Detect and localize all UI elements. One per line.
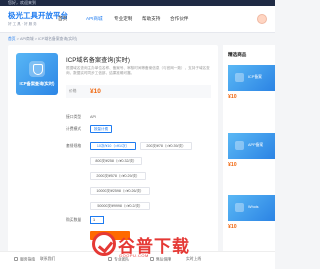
breadcrumb-separator: > xyxy=(34,37,37,41)
price-box: 价格 ¥10 xyxy=(66,85,211,98)
footer-link[interactable]: 实时上线 xyxy=(186,257,201,262)
quantity-input[interactable]: 1 xyxy=(90,216,104,224)
price-value: ¥10 xyxy=(90,87,101,95)
breadcrumb: 首页 > API商城 > ICP域名备案查询(实时) xyxy=(8,37,77,42)
spec-option[interactable]: 800次/¥258（≈¥0.32/次） xyxy=(90,157,142,165)
api-type-value: API xyxy=(90,115,97,119)
logo-subtitle: 好工具·好服务 xyxy=(8,22,38,26)
billing-label: 计费模式 xyxy=(66,127,82,131)
featured-price: ¥10 xyxy=(228,94,237,100)
footer-link-label: 服务指南 xyxy=(20,257,36,262)
guide-icon xyxy=(14,257,18,261)
globe-icon xyxy=(235,203,244,212)
breadcrumb-home[interactable]: 首页 xyxy=(8,37,16,41)
breadcrumb-separator: > xyxy=(16,37,19,41)
featured-card[interactable]: Whois ¥10 xyxy=(228,195,275,235)
nav-custom[interactable]: 专业定制 xyxy=(114,16,142,22)
logo-title: 极光工具开放平台 xyxy=(8,11,68,20)
spec-option[interactable]: 200次/¥78（≈¥0.39/次） xyxy=(140,142,192,150)
featured-price: ¥10 xyxy=(228,224,237,230)
product-title: ICP域名备案查询(实时) xyxy=(66,57,130,64)
featured-thumb: Whois xyxy=(228,195,275,221)
spec-option[interactable]: 2000次/¥578（≈¥0.29/次） xyxy=(90,172,146,180)
shield-icon xyxy=(29,61,45,77)
product-image: ICP备案查询(实时) xyxy=(16,53,58,95)
spec-option[interactable]: 10次/¥10（≈¥1/次） xyxy=(90,142,136,150)
shield-icon xyxy=(235,73,244,82)
breadcrumb-current: ICP域名备案查询(实时) xyxy=(38,37,78,41)
featured-thumb: ICP备案 xyxy=(228,65,275,91)
checkmark-icon xyxy=(92,232,116,256)
spec-option[interactable]: 10000次/¥2598（≈¥0.26/次） xyxy=(90,187,150,195)
quantity-label: 购买数量 xyxy=(66,218,82,222)
api-type-label: 接口类型 xyxy=(66,115,82,119)
billing-option[interactable]: 按量计费 xyxy=(90,125,112,133)
footer-link[interactable]: 服务指南 xyxy=(14,257,35,263)
featured-thumb: APP备案 xyxy=(228,133,275,159)
featured-name: Whois xyxy=(248,205,259,209)
nav-home[interactable]: 首页 xyxy=(58,16,86,22)
footer-link-label: 实时上线 xyxy=(186,257,202,261)
main-nav: 首页 API商城 专业定制 帮助支持 合作伙伴 xyxy=(58,16,198,22)
app-icon xyxy=(235,141,244,150)
site-logo[interactable]: 极光工具开放平台 好工具·好服务 xyxy=(8,10,68,28)
price-label: 价格 xyxy=(69,89,77,93)
nav-help[interactable]: 帮助支持 xyxy=(142,16,170,22)
featured-card[interactable]: ICP备案 ¥10 xyxy=(228,65,275,105)
user-avatar[interactable] xyxy=(257,14,267,24)
watermark-subtext: GOOPU.COM xyxy=(119,253,149,258)
featured-name: ICP备案 xyxy=(248,75,262,79)
featured-name: APP备案 xyxy=(248,143,264,147)
nav-partners[interactable]: 合作伙伴 xyxy=(170,16,198,22)
footer-link[interactable]: 联系我们 xyxy=(40,257,55,262)
footer-link-label: 联系我们 xyxy=(40,257,56,261)
spec-label: 套餐规格 xyxy=(66,144,82,148)
featured-price: ¥10 xyxy=(228,162,237,168)
breadcrumb-category[interactable]: API商城 xyxy=(20,37,34,41)
featured-sidebar: 精选商品 ICP备案 ¥10 APP备案 ¥10 Whois ¥10 xyxy=(223,45,275,269)
site-header: 极光工具开放平台 好工具·好服务 首页 API商城 专业定制 帮助支持 合作伙伴 xyxy=(0,6,275,33)
product-description: 根据域名查询主办单位名称、备案号、审核时间等备案信息（与官网一致），支持子域名查… xyxy=(66,66,210,75)
featured-card[interactable]: APP备案 ¥10 xyxy=(228,133,275,173)
spec-option[interactable]: 50000次/¥9998（≈¥0.2/次） xyxy=(90,202,150,210)
product-image-caption: ICP备案查询(实时) xyxy=(19,81,55,86)
nav-api-mall[interactable]: API商城 xyxy=(86,16,114,22)
watermark: 谷普下载 GOOPU.COM xyxy=(92,232,189,260)
sidebar-heading: 精选商品 xyxy=(228,52,247,57)
